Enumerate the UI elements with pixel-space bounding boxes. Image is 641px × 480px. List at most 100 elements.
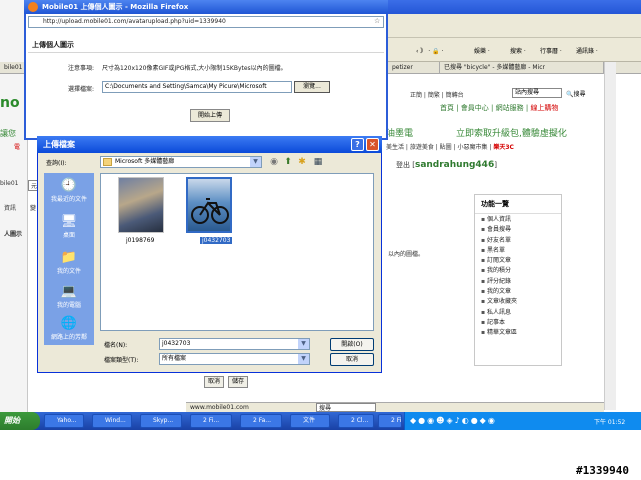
menu-item-featured[interactable]: 精華文章區 (475, 327, 561, 337)
taskbar-button[interactable]: Skyp... (140, 414, 182, 428)
close-button[interactable]: ✕ (366, 138, 379, 151)
place-desktop[interactable]: 🖥 桌面 (44, 212, 94, 246)
menu-item-profile[interactable]: 個人資訊 (475, 214, 561, 224)
browser-tab-active[interactable]: 已搜尋 "bicycle" - 多媒體藝廊 - Micr (440, 62, 604, 74)
taskbar-button[interactable]: 2 Fi... (190, 414, 232, 428)
promo-text-left[interactable]: 油墨電 (386, 126, 413, 139)
my-computer-icon: 💻 (60, 284, 78, 299)
taskbar-button[interactable]: 文件 (290, 414, 330, 428)
place-network[interactable]: 🌐 網路上的芳鄰 (44, 314, 94, 348)
toolbar-item-contacts[interactable]: 通訊錄 · (576, 46, 598, 55)
menu-item-ratings[interactable]: 評分紀錄 (475, 276, 561, 286)
category-rakuten[interactable]: 樂天3C (493, 144, 514, 151)
nav-links[interactable]: 首頁 | 會員中心 | 網站服務 | (440, 104, 528, 112)
back-icon[interactable]: ◉ (268, 156, 280, 168)
toolbar-item-entertainment[interactable]: 娛樂 · (474, 46, 490, 55)
page-scrollbar[interactable] (604, 62, 616, 410)
taskbar-button[interactable]: Wind... (92, 414, 132, 428)
file-thumbnail[interactable] (118, 177, 164, 233)
menu-item-favorites[interactable]: 文章收藏夾 (475, 296, 561, 306)
menu-item-points[interactable]: 我的積分 (475, 265, 561, 275)
look-in-select[interactable]: Microsoft 多媒體藝廊 (100, 156, 262, 168)
desktop-icon: 🖥 (60, 214, 78, 229)
toolbar-item-calendar[interactable]: 行事曆 · (540, 46, 562, 55)
folder-icon (103, 158, 112, 166)
place-my-computer[interactable]: 💻 我的電腦 (44, 282, 94, 316)
edge-avatar-heading: 人圖示 (4, 231, 23, 238)
background-bookmarks-bar: ‹ 》 · 🔒 · 娛樂 · 搜索 · 行事曆 · 通訊錄 · (388, 38, 641, 62)
menu-item-subscriptions[interactable]: 訂閱文章 (475, 255, 561, 265)
dialog-titlebar[interactable]: 上傳檔案 (37, 136, 382, 153)
page-cancel-button[interactable]: 取消 (204, 376, 225, 388)
menu-item-member-search[interactable]: 會員搜尋 (475, 224, 561, 234)
category-links[interactable]: 美生活 | 旅遊美食 | 貼圖 | 小惡魔市集 | (386, 144, 491, 151)
site-main-nav[interactable]: 首頁 | 會員中心 | 網站服務 | 線上購物 (440, 103, 558, 113)
toolbar-item-search[interactable]: 搜索 · (510, 46, 526, 55)
place-recent[interactable]: 🕘 我最近的文件 (44, 176, 94, 210)
background-titlebar (388, 0, 641, 14)
side-note: 以內的圖檔。 (388, 251, 425, 258)
popup-url-bar[interactable]: http://upload.mobile01.com/avatarupload.… (28, 16, 384, 28)
place-label: 桌面 (62, 232, 75, 239)
file-path-input[interactable]: C:\Documents and Setting\Samca\My Picure… (102, 81, 292, 93)
site-search-label: 搜尋 (573, 91, 586, 98)
login-prefix: 登出 [ (396, 161, 415, 169)
username[interactable]: sandrahung446 (415, 160, 494, 170)
file-thumbnail-selected[interactable] (186, 177, 232, 233)
filename-label: 檔名(N): (104, 342, 128, 349)
edge-info2: 變 (30, 205, 37, 212)
view-menu-icon[interactable]: ▦ (312, 156, 324, 168)
look-in-label: 查詢(I): (46, 160, 67, 167)
site-search-button[interactable]: 🔍搜尋 (566, 89, 586, 98)
chevron-down-icon[interactable]: ▼ (250, 157, 261, 167)
toolbar-item[interactable]: ‹ 》 · 🔒 · (416, 46, 443, 55)
taskbar-button[interactable]: 2 Cl... (338, 414, 374, 428)
file-label: 選擇檔案: (68, 86, 95, 93)
menu-item-blacklist[interactable]: 黑名單 (475, 245, 561, 255)
cancel-button[interactable]: 取消 (330, 353, 374, 366)
bicycle-image (191, 198, 229, 224)
browse-button[interactable]: 瀏覽... (294, 81, 330, 93)
menu-item-messages[interactable]: 私人訊息 (475, 307, 561, 317)
tray-icons[interactable]: ◆●◉☻◈♪◐●◆◉ (410, 416, 497, 425)
place-label: 我的電腦 (56, 302, 81, 309)
up-folder-icon[interactable]: ⬆ (282, 156, 294, 168)
open-button[interactable]: 開啟(O) (330, 338, 374, 351)
filename-input[interactable]: j0432703 (159, 338, 310, 350)
place-label: 我的文件 (56, 268, 81, 275)
note-label: 注意事項: (68, 65, 95, 72)
chevron-down-icon[interactable]: ▼ (298, 339, 309, 349)
filetype-select[interactable]: 所有檔案 (159, 353, 310, 365)
place-my-documents[interactable]: 📁 我的文件 (44, 248, 94, 282)
start-upload-button[interactable]: 開始上傳 (190, 109, 230, 122)
taskbar-button[interactable]: 2 Fa... (240, 414, 282, 428)
popup-heading: 上傳個人圖示 (32, 41, 74, 49)
edge-info: 資訊 (4, 205, 17, 212)
promo-text-right[interactable]: 立即索取升級包,體驗虛擬化 (456, 126, 567, 139)
chevron-down-icon[interactable]: ▼ (298, 354, 309, 364)
note-text: 尺寸為120x120像素GIF或JPG格式,大小限制15KBytes以內的圖檔。 (102, 65, 287, 72)
bookmark-star-icon[interactable]: ☆ (374, 17, 380, 25)
browser-tab[interactable]: petizer (388, 62, 440, 74)
menu-item-my-articles[interactable]: 我的文章 (475, 286, 561, 296)
new-folder-icon[interactable]: ✱ (296, 156, 308, 168)
start-button[interactable]: 開始 (0, 412, 40, 430)
my-documents-icon: 📁 (60, 250, 78, 265)
function-menu: 功能一覽 個人資訊 會員搜尋 好友名單 黑名單 訂閱文章 我的積分 評分紀錄 我… (474, 194, 562, 366)
popup-titlebar[interactable]: Mobile01 上傳個人圖示 - Mozilla Firefox (24, 0, 388, 14)
recent-docs-icon: 🕘 (60, 178, 78, 193)
menu-item-notebook[interactable]: 記事本 (475, 317, 561, 327)
nav-shopping[interactable]: 線上購物 (530, 104, 558, 112)
site-search-input[interactable]: 站內搜尋 (512, 88, 562, 98)
file-name-label[interactable]: j0198769 (126, 237, 154, 244)
category-nav[interactable]: 美生活 | 旅遊美食 | 貼圖 | 小惡魔市集 | 樂天3C (386, 142, 514, 151)
taskbar-button[interactable]: Yaho... (44, 414, 84, 428)
filetype-label: 檔案類型(T): (104, 357, 139, 364)
site-top-links[interactable]: 正簡 | 簡繁 | 簡轉台 (410, 90, 464, 99)
taskbar-button[interactable]: 2 Fi... (378, 414, 402, 428)
status-search-input[interactable]: 搜尋 (316, 403, 376, 412)
page-save-button[interactable]: 儲存 (228, 376, 249, 388)
file-name-label-selected[interactable]: j0432703 (200, 237, 233, 244)
menu-item-friends[interactable]: 好友名單 (475, 235, 561, 245)
help-button[interactable]: ? (351, 138, 364, 151)
